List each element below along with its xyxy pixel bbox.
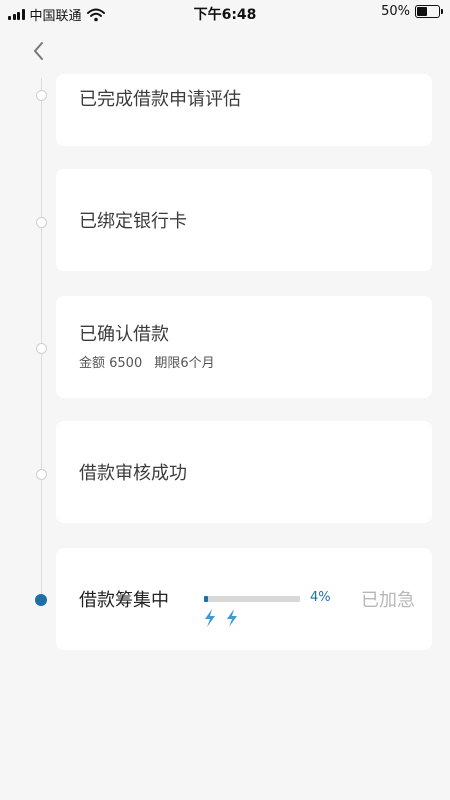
back-button[interactable] [28,38,50,64]
step-title: 借款筹集中 [79,590,169,611]
step-card-assessment: 已完成借款申请评估 [56,74,432,146]
chevron-left-icon [34,42,43,60]
timeline-dot-active [35,594,47,606]
loan-details: 金额 6500 期限6个月 [79,352,223,371]
timeline-line [41,78,42,601]
boost-icons [202,608,240,628]
timeline-dot-completed [36,217,47,228]
battery-percent: 50% [381,4,410,19]
step-card-loan-confirmed: 已确认借款 金额 6500 期限6个月 [56,296,432,398]
step-card-review-success: 借款审核成功 [56,421,432,523]
step-title: 已确认借款 [79,324,169,345]
loan-term: 期限6个月 [154,356,215,371]
status-bar: 中国联通 下午6:48 50% [0,0,450,26]
battery-icon [415,5,443,18]
expedited-tag: 已加急 [361,590,415,611]
status-bar-right: 50% [381,4,443,19]
timeline-dot-completed [36,343,47,354]
step-title: 借款审核成功 [79,463,187,484]
progress-fill [204,596,208,602]
timeline-dot-completed [36,90,47,101]
lightning-bolt-icon [227,609,237,627]
lightning-bolt-icon [205,609,215,627]
battery-fill [417,7,428,16]
step-title: 已完成借款申请评估 [79,89,241,110]
timeline-dot-completed [36,469,47,480]
progress-percent: 4% [310,590,331,605]
step-card-fundraising: 借款筹集中 4% 已加急 [56,548,432,650]
step-title: 已绑定银行卡 [79,211,187,232]
fundraising-progress-bar [204,596,300,602]
loan-amount: 金额 6500 [79,356,143,371]
step-card-bank-card: 已绑定银行卡 [56,169,432,271]
